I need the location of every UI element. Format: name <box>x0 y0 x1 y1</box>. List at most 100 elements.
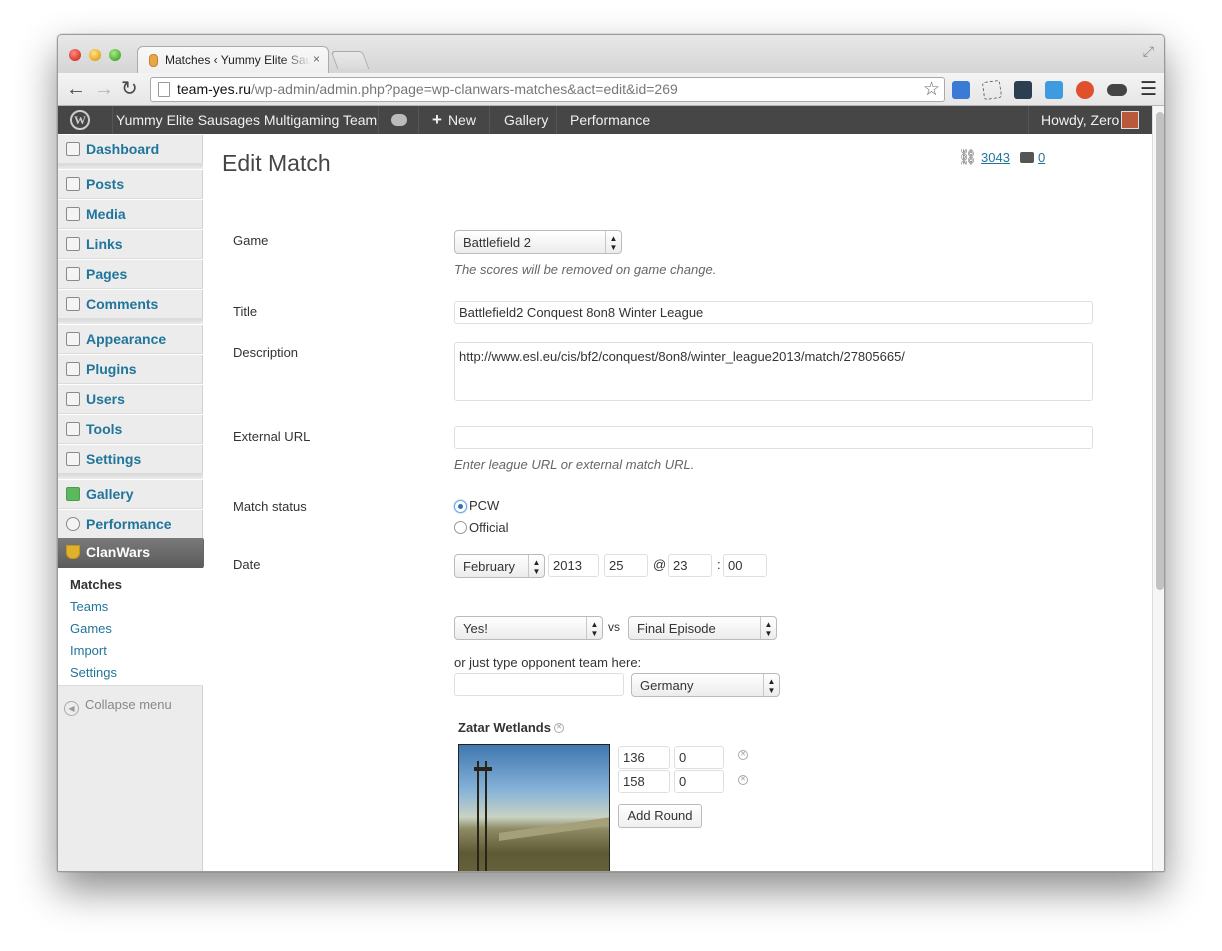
sidebar-item-label: Plugins <box>86 361 137 377</box>
admin-bar-new[interactable]: + New <box>432 111 476 128</box>
sidebar-item-links[interactable]: Links <box>58 229 203 259</box>
address-bar[interactable]: team-yes.ru/wp-admin/admin.php?page=wp-c… <box>150 77 945 102</box>
sidebar-item-performance[interactable]: Performance <box>58 509 203 539</box>
divider <box>418 106 419 134</box>
link-count[interactable]: 3043 <box>981 150 1010 165</box>
translate-extension-icon[interactable] <box>1014 81 1032 99</box>
add-round-button[interactable]: Add Round <box>618 804 702 828</box>
comment-count[interactable]: 0 <box>1038 150 1045 165</box>
sidebar-item-comments[interactable]: Comments <box>58 289 203 319</box>
external-url-input[interactable] <box>454 426 1093 449</box>
download-extension-icon[interactable] <box>952 81 970 99</box>
hour-input[interactable]: 23 <box>668 554 712 577</box>
sidebar-item-users[interactable]: Users <box>58 384 203 414</box>
meta-links: ⛓ 3043 0 <box>958 148 1045 166</box>
game-label: Game <box>233 233 269 248</box>
sidebar-item-pages[interactable]: Pages <box>58 259 203 289</box>
divider <box>1028 106 1029 134</box>
team-2-select[interactable]: Final Episode ▲ ▼ <box>628 616 777 640</box>
round-2-score-1[interactable]: 158 <box>618 770 670 793</box>
browser-tab[interactable]: Matches ‹ Yummy Elite Sausages Multigami… <box>137 46 329 74</box>
title-label: Title <box>233 304 258 319</box>
month-select-value: February <box>463 559 516 574</box>
browser-toolbar: ← → ↻ team-yes.ru/wp-admin/admin.php?pag… <box>58 73 1164 106</box>
clanwars-submenu: Matches Teams Games Import Settings <box>58 568 203 686</box>
avatar[interactable] <box>1121 111 1139 129</box>
back-arrow-icon[interactable]: ← <box>66 77 86 101</box>
collapse-menu-button[interactable]: ◀ Collapse menu <box>64 697 172 716</box>
admin-bar-new-label: New <box>447 112 476 128</box>
sidebar-item-clanwars[interactable]: ClanWars <box>58 538 211 568</box>
description-textarea[interactable]: http://www.esl.eu/cis/bf2/conquest/8on8/… <box>454 342 1093 401</box>
submenu-item-matches[interactable]: Matches <box>70 577 122 592</box>
remove-round-icon[interactable]: ✕ <box>738 775 748 785</box>
day-input[interactable]: 25 <box>604 554 648 577</box>
opponent-hint: or just type opponent team here: <box>454 655 642 670</box>
divider <box>378 106 379 134</box>
remove-round-icon[interactable]: ✕ <box>738 750 748 760</box>
sidebar-item-label: Links <box>86 236 123 252</box>
country-select[interactable]: Germany ▲ ▼ <box>631 673 780 697</box>
browser-window: Matches ‹ Yummy Elite Sausages Multigami… <box>57 34 1165 872</box>
submenu-item-games[interactable]: Games <box>70 621 112 636</box>
screenshot-extension-icon[interactable] <box>1045 81 1063 99</box>
users-icon <box>66 392 80 406</box>
opponent-team-input[interactable] <box>454 673 624 696</box>
year-input[interactable]: 2013 <box>548 554 599 577</box>
page-icon <box>158 82 170 97</box>
minute-input[interactable]: 00 <box>723 554 767 577</box>
browser-menu-icon[interactable]: ☰ <box>1140 78 1157 101</box>
sidebar-item-plugins[interactable]: Plugins <box>58 354 203 384</box>
reload-icon[interactable]: ↻ <box>121 77 138 101</box>
round-1-score-2[interactable]: 0 <box>674 746 724 769</box>
incognito-extension-icon[interactable] <box>1107 84 1127 96</box>
submenu-item-teams[interactable]: Teams <box>70 599 108 614</box>
sidebar-item-posts[interactable]: Posts <box>58 169 203 199</box>
signature-extension-icon[interactable] <box>981 79 1003 101</box>
sidebar-item-settings[interactable]: Settings <box>58 444 203 474</box>
comments-bubble-icon[interactable] <box>391 114 407 126</box>
page-scrollbar[interactable] <box>1152 106 1164 871</box>
opera-extension-icon[interactable] <box>1076 81 1094 99</box>
map-tower-top-shape <box>474 767 492 771</box>
sidebar-item-dashboard[interactable]: Dashboard <box>58 134 203 164</box>
link-icon <box>66 237 80 251</box>
status-radio-official[interactable] <box>454 521 467 534</box>
team-1-select[interactable]: Yes! ▲ ▼ <box>454 616 603 640</box>
close-window-button[interactable] <box>69 49 81 61</box>
sidebar-item-tools[interactable]: Tools <box>58 414 203 444</box>
performance-icon <box>66 517 80 531</box>
round-2-score-2[interactable]: 0 <box>674 770 724 793</box>
submenu-item-settings[interactable]: Settings <box>70 665 117 680</box>
title-input[interactable]: Battlefield2 Conquest 8on8 Winter League <box>454 301 1093 324</box>
wordpress-logo-icon[interactable]: W <box>70 110 90 130</box>
collapse-menu-label: Collapse menu <box>85 697 172 712</box>
url-text[interactable]: team-yes.ru/wp-admin/admin.php?page=wp-c… <box>177 81 678 97</box>
bookmark-star-icon[interactable]: ☆ <box>923 78 940 101</box>
sidebar-item-gallery[interactable]: Gallery <box>58 479 203 509</box>
tab-close-icon[interactable]: × <box>313 52 320 66</box>
status-radio-pcw[interactable] <box>454 500 467 513</box>
remove-map-icon[interactable]: ✕ <box>554 723 564 733</box>
minimize-window-button[interactable] <box>89 49 101 61</box>
zoom-window-button[interactable] <box>109 49 121 61</box>
admin-bar-gallery[interactable]: Gallery <box>504 112 548 128</box>
house-icon <box>66 142 80 156</box>
round-1-score-1[interactable]: 136 <box>618 746 670 769</box>
submenu-item-import[interactable]: Import <box>70 643 107 658</box>
new-tab-button[interactable] <box>330 51 370 69</box>
main-content: Edit Match ⛓ 3043 0 Game Battlefield 2 ▲ ▼ … <box>204 134 1152 871</box>
forward-arrow-icon[interactable]: → <box>94 77 114 101</box>
month-select[interactable]: February ▲ ▼ <box>454 554 545 578</box>
fullscreen-icon[interactable]: ⤢ <box>1143 43 1154 60</box>
admin-bar-site-name[interactable]: Yummy Elite Sausages Multigaming Team <box>116 112 377 128</box>
admin-bar-performance[interactable]: Performance <box>570 112 650 128</box>
admin-bar-howdy[interactable]: Howdy, Zero <box>1041 112 1119 128</box>
status-label-pcw[interactable]: PCW <box>469 498 499 513</box>
sidebar-item-media[interactable]: Media <box>58 199 203 229</box>
sidebar-item-appearance[interactable]: Appearance <box>58 324 203 354</box>
scrollbar-thumb[interactable] <box>1156 112 1164 590</box>
game-select[interactable]: Battlefield 2 ▲ ▼ <box>454 230 622 254</box>
status-label-official[interactable]: Official <box>469 520 509 535</box>
collapse-arrow-icon: ◀ <box>64 701 79 716</box>
